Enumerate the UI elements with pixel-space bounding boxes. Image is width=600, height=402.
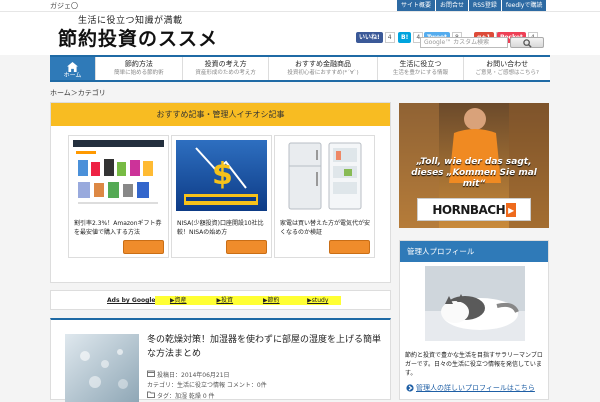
svg-text:$: $ — [212, 157, 233, 192]
search-button[interactable] — [510, 37, 544, 48]
post-date: 投稿日：2014年06月21日 — [157, 372, 230, 379]
site-header: 生活に役立つ知識が満載 節約投資のススメ いいね! 4 B! 4 Tweet 8… — [0, 12, 600, 55]
nav-home[interactable]: ホーム — [50, 57, 96, 80]
read-more-button[interactable] — [329, 240, 370, 254]
nav-title: お問い合わせ — [486, 60, 529, 68]
sidebar-ad[interactable]: „Toll, wie der das sagt, dieses „Kommen … — [399, 103, 549, 228]
profile-description: 節約と投資で豊かな生活を目指すサラリーマンブロガーです。日々の生活に役立つ情報を… — [405, 352, 543, 377]
top-link-about[interactable]: サイト概要 — [396, 0, 436, 11]
nav-title: 生活に役立つ — [399, 60, 442, 68]
post-thumbnail[interactable] — [65, 334, 139, 402]
post-entry: 冬の乾燥対策！加湿器を使わずに部屋の湿度を上げる簡単な方法まとめ 投稿日：201… — [50, 318, 391, 402]
facebook-like-label: いいね! — [356, 32, 383, 43]
nisa-thumbnail: $ — [176, 140, 267, 211]
ad-brand-logo: HORNBACH ▸ — [417, 198, 531, 221]
hatena-bookmark-label: B! — [398, 32, 412, 43]
nav-item-saving[interactable]: 節約方法 簡単に始める節約術 — [96, 57, 183, 80]
article-card-title: 家電は買い替えた方が電気代が安くなるのか検証 — [280, 220, 371, 236]
nav-subtitle: 資産形成のための考え方 — [195, 70, 256, 76]
top-link-contact[interactable]: お問合せ — [435, 0, 469, 11]
read-more-button[interactable] — [226, 240, 267, 254]
calendar-icon — [147, 370, 155, 377]
search-icon — [523, 39, 532, 48]
top-bar: ガジェ〇 サイト概要 お問合せ RSS登録 feedlyで購読 — [0, 0, 600, 12]
profile-heading: 管理人プロフィール — [400, 241, 548, 262]
profile-link[interactable]: 管理人の詳しいプロフィールはこちら — [416, 383, 535, 393]
search-input[interactable]: Google™ カスタム検索 — [420, 37, 508, 48]
folder-icon — [147, 391, 155, 398]
article-card[interactable]: $ NISA(少額投資)口座開設10社比較！NISAの始め方 — [171, 135, 272, 258]
nav-subtitle: ご意見・ご感想はこちら? — [475, 70, 539, 76]
nav-title: 節約方法 — [124, 60, 153, 68]
nav-home-label: ホーム — [63, 72, 82, 79]
ad-link[interactable]: ▶節約 — [248, 296, 295, 305]
top-bar-label: ガジェ〇 — [50, 2, 78, 10]
article-card-title: NISA(少額投資)口座開設10社比較！NISAの始め方 — [177, 220, 264, 236]
top-link-rss[interactable]: RSS登録 — [468, 0, 501, 11]
top-link-feedly[interactable]: feedlyで購読 — [500, 0, 547, 11]
ad-link-row: ▶資産 ▶投資 ▶節約 ▶study — [155, 296, 341, 305]
post-title[interactable]: 冬の乾燥対策！加湿器を使わずに部屋の湿度を上げる簡単な方法まとめ — [147, 333, 382, 361]
breadcrumb[interactable]: ホーム＞カテゴリ — [50, 88, 106, 98]
ad-links-bar: Ads by Google ▶資産 ▶投資 ▶節約 ▶study — [50, 290, 391, 310]
nav-title: 投資の考え方 — [204, 60, 247, 68]
main-nav: ホーム 節約方法 簡単に始める節約術 投資の考え方 資産形成のための考え方 おす… — [50, 55, 550, 82]
amazon-thumbnail — [73, 140, 164, 211]
facebook-like-button[interactable]: いいね! 4 — [356, 32, 395, 43]
ad-link[interactable]: ▶投資 — [202, 296, 249, 305]
fridge-thumbnail — [279, 140, 370, 211]
read-more-button[interactable] — [123, 240, 164, 254]
article-card[interactable]: 割引率2.3%！Amazonギフト券を最安値で購入する方法 — [68, 135, 169, 258]
profile-photo — [425, 266, 525, 341]
nav-subtitle: 簡単に始める節約術 — [114, 70, 164, 76]
ad-quote: „Toll, wie der das sagt, dieses „Kommen … — [411, 157, 537, 189]
nav-title: おすすめ金融商品 — [295, 60, 351, 68]
ad-link[interactable]: ▶study — [295, 296, 342, 305]
recommended-heading: おすすめ記事・管理人イチオシ記事 — [51, 103, 390, 126]
ad-link[interactable]: ▶資産 — [155, 296, 202, 305]
nav-item-contact[interactable]: お問い合わせ ご意見・ご感想はこちら? — [464, 57, 550, 80]
article-card[interactable]: 家電は買い替えた方が電気代が安くなるのか検証 — [274, 135, 375, 258]
article-card-title: 割引率2.3%！Amazonギフト券を最安値で購入する方法 — [74, 220, 162, 236]
nav-subtitle: 生活を豊かにする情報 — [392, 70, 448, 76]
home-icon — [67, 62, 78, 72]
nav-item-investing[interactable]: 投資の考え方 資産形成のための考え方 — [183, 57, 270, 80]
site-logo[interactable]: 節約投資のススメ — [58, 24, 218, 51]
top-links: サイト概要 お問合せ RSS登録 feedlyで購読 — [396, 0, 547, 11]
ads-label[interactable]: Ads by Google — [107, 297, 155, 304]
nav-subtitle: 投資初心者におすすめ(*´∀`) — [287, 70, 359, 76]
nav-item-products[interactable]: おすすめ金融商品 投資初心者におすすめ(*´∀`) — [269, 57, 378, 80]
profile-widget: 管理人プロフィール 節約と投資で豊かな生活を目指すサラリーマンブロガーです。日々… — [399, 240, 549, 400]
ad-brand-mark: ▸ — [506, 202, 516, 217]
facebook-like-count: 4 — [384, 32, 395, 43]
recommended-articles: おすすめ記事・管理人イチオシ記事 割引率2.3%！Amazonギフト券を最安値で… — [50, 102, 391, 283]
post-category: カテゴリ：生活に役立つ情報 コメント：0件 — [147, 382, 267, 389]
post-tags: タグ：加湿 乾燥 0 件 — [157, 393, 215, 400]
nav-item-lifestyle[interactable]: 生活に役立つ 生活を豊かにする情報 — [378, 57, 465, 80]
ad-brand-name: HORNBACH — [432, 202, 506, 217]
arrow-circle-icon — [406, 384, 414, 392]
